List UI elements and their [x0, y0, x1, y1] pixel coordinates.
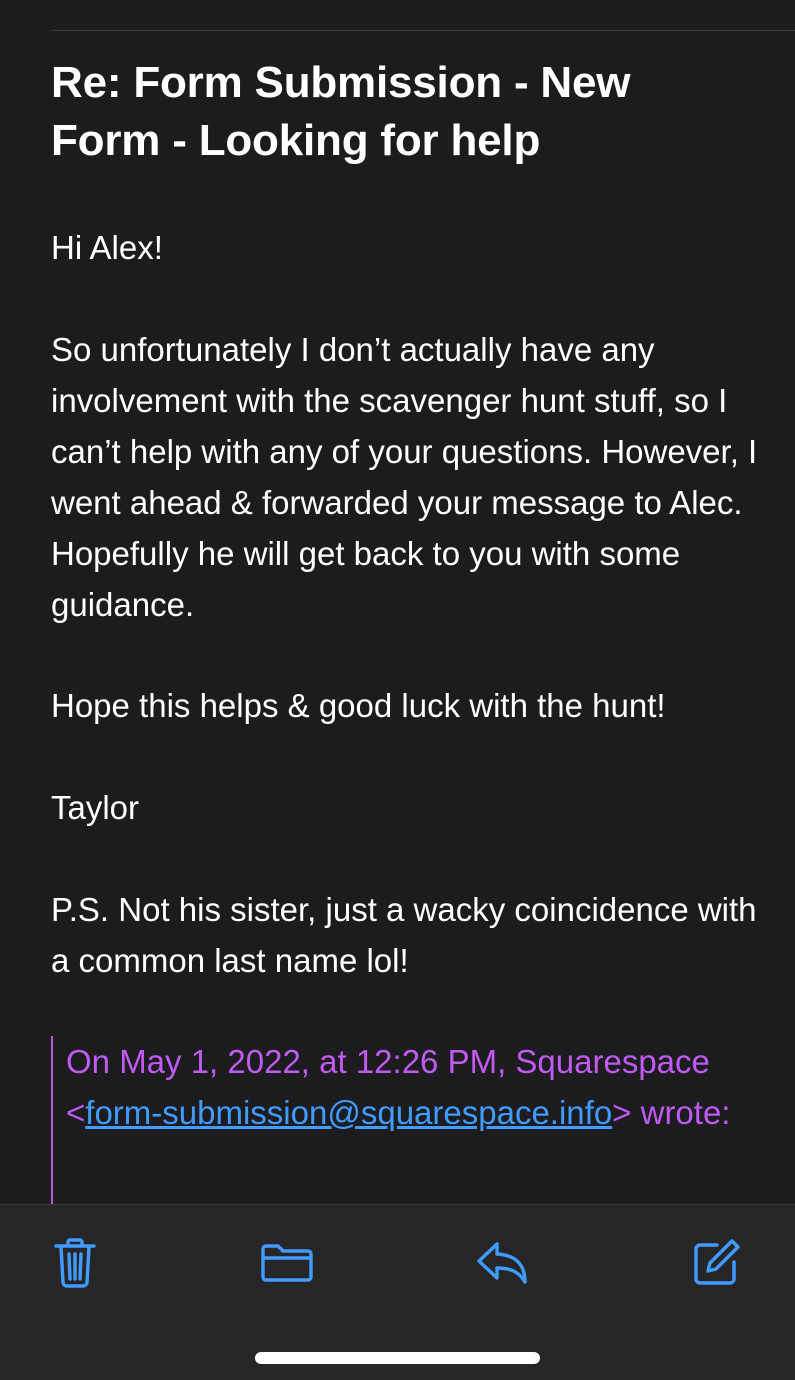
header-divider: [51, 30, 795, 31]
quote-suffix: > wrote:: [612, 1094, 731, 1131]
quote-header: On May 1, 2022, at 12:26 PM, Squarespace…: [66, 1036, 766, 1138]
reply-button[interactable]: [472, 1233, 532, 1293]
email-content: Re: Form Submission - New Form - Looking…: [0, 0, 795, 1204]
signature: Taylor: [51, 789, 140, 826]
greeting-paragraph: Hi Alex!: [51, 229, 163, 266]
trash-icon: [53, 1237, 97, 1289]
bottom-toolbar: [0, 1204, 795, 1380]
postscript-paragraph: P.S. Not his sister, just a wacky coinci…: [51, 891, 757, 979]
body-paragraph: So unfortunately I don’t actually have a…: [51, 331, 758, 623]
compose-button[interactable]: [686, 1233, 746, 1293]
home-indicator[interactable]: [255, 1352, 540, 1364]
email-subject: Re: Form Submission - New Form - Looking…: [51, 58, 631, 165]
closing-paragraph: Hope this helps & good luck with the hun…: [51, 687, 666, 724]
compose-icon: [691, 1238, 741, 1288]
quoted-message: On May 1, 2022, at 12:26 PM, Squarespace…: [51, 1036, 773, 1204]
folder-icon: [259, 1241, 315, 1285]
sender-email-link[interactable]: form-submission@squarespace.info: [85, 1094, 612, 1131]
trash-button[interactable]: [45, 1233, 105, 1293]
reply-icon: [475, 1240, 529, 1286]
move-to-folder-button[interactable]: [257, 1233, 317, 1293]
